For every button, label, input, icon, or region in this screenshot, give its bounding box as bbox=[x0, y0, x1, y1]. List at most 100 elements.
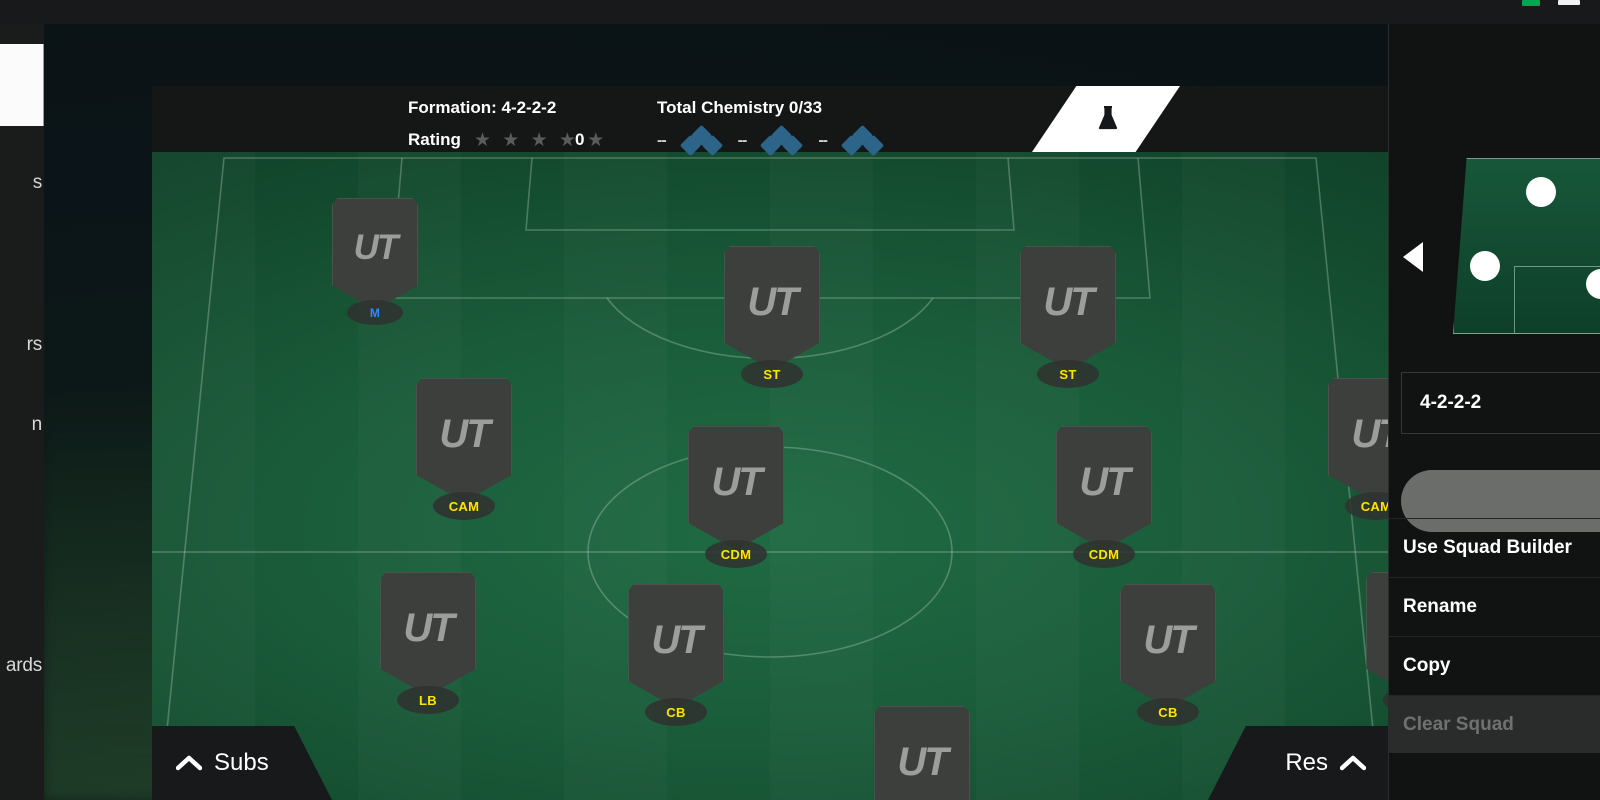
sidebar-item-2[interactable]: n bbox=[31, 414, 43, 436]
ut-logo-icon: UT bbox=[651, 617, 702, 662]
player-slot-st-right[interactable]: UT ST bbox=[1020, 246, 1116, 388]
position-label: M bbox=[369, 305, 381, 320]
sidebar-item-3-label: ards bbox=[5, 655, 42, 676]
rating-label: Rating bbox=[408, 130, 461, 149]
player-card[interactable]: UT bbox=[688, 426, 784, 550]
ut-logo-icon: UT bbox=[711, 459, 762, 504]
pitch-container: Formation: 4-2-2-2 Rating ★ ★ ★ ★ ★ 0 To… bbox=[152, 86, 1388, 800]
position-label: CAM bbox=[1360, 498, 1388, 514]
chevron-up-icon bbox=[176, 755, 202, 771]
triangle-left-icon[interactable] bbox=[1403, 242, 1423, 272]
position-badge: CDM bbox=[705, 540, 767, 568]
player-slot-gk[interactable]: UTGK bbox=[874, 706, 970, 800]
chem-dash: -- bbox=[818, 132, 828, 149]
player-slot-cam-right[interactable]: UT CAM bbox=[1328, 378, 1388, 520]
sidebar-item-0[interactable]: s bbox=[32, 172, 43, 194]
player-slot-cdm-left[interactable]: UT CDM bbox=[688, 426, 784, 568]
position-label: LB bbox=[419, 692, 437, 708]
position-badge: ST bbox=[741, 360, 803, 388]
player-slot-cb-left[interactable]: UT CB bbox=[628, 584, 724, 726]
player-card[interactable]: UT bbox=[724, 246, 820, 370]
top-green-indicator bbox=[1522, 0, 1540, 6]
player-card[interactable]: UT bbox=[874, 706, 970, 800]
menu-item: Clear Squad bbox=[1389, 695, 1600, 753]
sidebar-item-3[interactable]: ards bbox=[6, 655, 42, 677]
flask-icon bbox=[1098, 106, 1118, 130]
ut-logo-icon: UT bbox=[1351, 411, 1388, 456]
reserves-label: Res bbox=[1285, 749, 1328, 776]
position-badge: ST bbox=[1037, 360, 1099, 388]
player-slot-st-left[interactable]: UT ST bbox=[724, 246, 820, 388]
chem-diamond-cluster bbox=[760, 124, 804, 157]
position-badge: CB bbox=[645, 698, 707, 726]
top-white-indicator bbox=[1558, 0, 1580, 5]
formation-label: Formation: 4-2-2-2 bbox=[408, 98, 557, 117]
subs-label: Subs bbox=[214, 749, 269, 776]
ut-logo-icon: UT bbox=[353, 228, 399, 267]
player-slot-rb[interactable]: UTRB bbox=[1366, 572, 1388, 714]
player-slot-lb[interactable]: UT LB bbox=[380, 572, 476, 714]
ut-logo-icon: UT bbox=[897, 739, 948, 784]
sidebar-active-highlight[interactable] bbox=[0, 44, 44, 126]
menu-item-label: Copy bbox=[1403, 654, 1451, 676]
menu-item[interactable]: Rename bbox=[1389, 577, 1600, 635]
sidebar-item-1[interactable]: rs bbox=[26, 334, 43, 356]
chem-dash: -- bbox=[737, 132, 748, 149]
sidebar-item-1-label: rs bbox=[26, 334, 43, 355]
player-card[interactable]: UT bbox=[1328, 378, 1388, 502]
menu-item-label: Rename bbox=[1403, 595, 1477, 617]
position-badge: CDM bbox=[1073, 540, 1135, 568]
position-label: CB bbox=[1158, 704, 1178, 720]
sidebar-item-0-label: s bbox=[32, 172, 43, 193]
menu-item-label: Clear Squad bbox=[1403, 713, 1514, 735]
chemistry-links: -- -- -- bbox=[657, 124, 885, 157]
position-label: ST bbox=[763, 366, 781, 382]
player-card[interactable]: UT bbox=[416, 378, 512, 502]
player-slot-cb-right[interactable]: UT CB bbox=[1120, 584, 1216, 726]
player-card[interactable]: UT bbox=[1020, 246, 1116, 370]
position-badge: CAM bbox=[433, 492, 495, 520]
player-slot-cdm-right[interactable]: UT CDM bbox=[1056, 426, 1152, 568]
position-label: CB bbox=[666, 704, 686, 720]
position-badge: CB bbox=[1137, 698, 1199, 726]
player-card[interactable]: UT bbox=[1056, 426, 1152, 550]
menu-item[interactable]: Copy bbox=[1389, 636, 1600, 694]
ut-logo-icon: UT bbox=[1043, 279, 1094, 324]
chemistry-label: Total Chemistry 0/33 bbox=[657, 98, 823, 117]
player-card[interactable]: UT bbox=[332, 198, 418, 310]
player-card[interactable]: UT bbox=[380, 572, 476, 696]
top-strip bbox=[0, 0, 1600, 24]
player-slot-cam-left[interactable]: UT CAM bbox=[416, 378, 512, 520]
menu-item[interactable]: Use Squad Builder bbox=[1389, 518, 1600, 576]
position-label: ST bbox=[1059, 366, 1077, 382]
ut-logo-icon: UT bbox=[439, 411, 490, 456]
rating-stars: ★ ★ ★ ★ ★ bbox=[474, 130, 608, 151]
player-card[interactable]: UT bbox=[628, 584, 724, 708]
player-card[interactable]: UT bbox=[1366, 572, 1388, 696]
squad-header: Formation: 4-2-2-2 Rating ★ ★ ★ ★ ★ 0 To… bbox=[152, 86, 1388, 157]
formation-value: 4-2-2-2 bbox=[1420, 392, 1482, 413]
chem-dash: -- bbox=[657, 132, 667, 149]
formation-field[interactable]: 4-2-2-2 bbox=[1401, 372, 1600, 434]
sidebar-item-2-label: n bbox=[31, 414, 43, 435]
preview-dot bbox=[1470, 251, 1500, 281]
ut-logo-icon: UT bbox=[1079, 459, 1130, 504]
squad-builder-screen: s rs n ards Formation: 4-2-2-2 Rating ★ … bbox=[0, 0, 1600, 800]
ut-logo-icon: UT bbox=[403, 605, 454, 650]
position-label: CAM bbox=[448, 498, 480, 514]
formation-preview[interactable] bbox=[1453, 158, 1600, 334]
preview-dot bbox=[1526, 177, 1556, 207]
player-card[interactable]: UT bbox=[1120, 584, 1216, 708]
ut-logo-icon: UT bbox=[1143, 617, 1194, 662]
menu-item-label: Use Squad Builder bbox=[1403, 536, 1572, 558]
position-badge: LB bbox=[397, 686, 459, 714]
ut-logo-icon: UT bbox=[747, 279, 798, 324]
left-sidebar: s rs n ards bbox=[0, 0, 44, 800]
position-label: CDM bbox=[1088, 546, 1120, 562]
rating-value: 0 bbox=[575, 130, 585, 149]
chem-diamond-cluster bbox=[679, 124, 723, 157]
chem-diamond-cluster bbox=[840, 124, 885, 157]
position-label: CDM bbox=[720, 546, 752, 562]
right-panel: 4-2-2-2 S Use Squad BuilderRenameCopyCle… bbox=[1388, 24, 1600, 800]
player-slot-manager[interactable]: UT M bbox=[332, 198, 418, 325]
